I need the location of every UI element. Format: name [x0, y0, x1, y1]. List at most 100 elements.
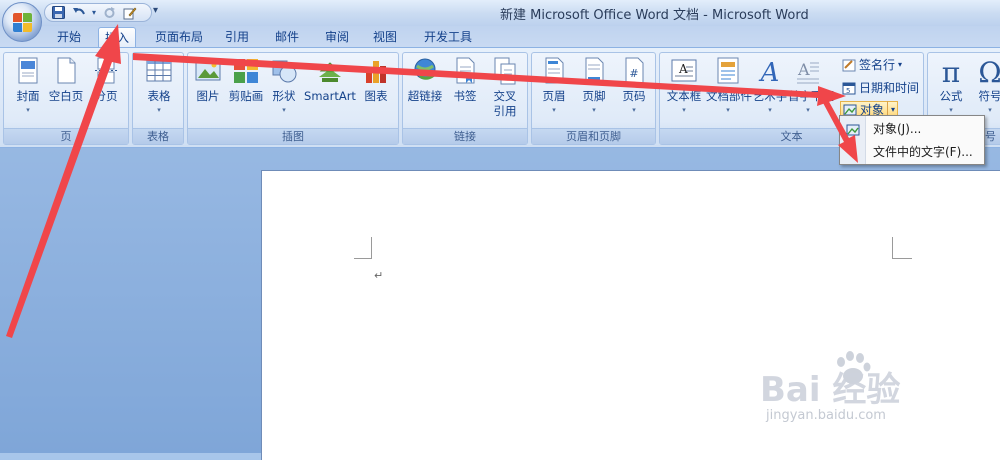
header-label: 页眉	[542, 89, 566, 103]
bookmark-label: 书签	[453, 89, 477, 103]
picture-button[interactable]: 图片	[188, 57, 228, 104]
group-header-footer-label: 页眉和页脚	[532, 128, 655, 144]
bookmark-icon	[452, 57, 478, 85]
text-box-label: 文本框	[666, 89, 702, 103]
tab-home[interactable]: 开始	[50, 27, 88, 48]
object-menu: 对象(J)... 文件中的文字(F)...	[839, 115, 985, 165]
page-break-button[interactable]: 分页	[86, 57, 126, 104]
page-number-button[interactable]: # 页码 ▾	[614, 57, 654, 114]
drop-cap-button[interactable]: A 首字下沉 ▾	[788, 57, 834, 114]
calendar-icon: 5	[842, 81, 856, 95]
text-box-button[interactable]: A 文本框 ▾	[662, 57, 706, 114]
group-tables-label: 表格	[133, 128, 183, 144]
redo-icon[interactable]	[102, 5, 117, 20]
tab-review[interactable]: 审阅	[318, 27, 356, 48]
group-pages-label: 页	[4, 128, 128, 144]
table-button[interactable]: 表格 ▾	[139, 57, 179, 114]
wordart-label: 艺术字	[752, 89, 788, 103]
cover-page-icon	[15, 57, 41, 85]
baidu-watermark: Bai 经验 jingyan.baidu.com	[760, 350, 995, 440]
title-bar: ▾ ▾ 新建 Microsoft Office Word 文档 - Micros…	[0, 0, 1000, 26]
header-button[interactable]: 页眉 ▾	[534, 57, 574, 114]
cross-reference-icon	[492, 57, 518, 85]
quick-access-toolbar: ▾	[44, 3, 152, 22]
undo-dropdown-icon[interactable]: ▾	[91, 5, 97, 20]
cross-reference-button[interactable]: 交叉 引用	[485, 57, 525, 119]
svg-text:π: π	[942, 57, 960, 85]
hyperlink-button[interactable]: 超链接	[405, 57, 445, 104]
header-icon	[541, 57, 567, 85]
group-pages: 封面 ▾ 空白页 分页 页	[3, 52, 129, 145]
cover-page-button[interactable]: 封面 ▾	[8, 57, 48, 114]
bookmark-button[interactable]: 书签	[445, 57, 485, 104]
clip-art-button[interactable]: 剪贴画	[226, 57, 266, 104]
page-number-icon: #	[621, 57, 647, 85]
tab-mailings[interactable]: 邮件	[268, 27, 306, 48]
footer-icon	[581, 57, 607, 85]
signature-line-button[interactable]: 签名行 ▾	[842, 56, 902, 74]
hyperlink-label: 超链接	[407, 89, 443, 103]
menu-item-text-from-file-label: 文件中的文字(F)...	[873, 145, 973, 159]
watermark-brand: Bai 经验	[760, 370, 901, 410]
drop-cap-label: 首字下沉	[788, 89, 834, 103]
blank-page-button[interactable]: 空白页	[46, 57, 86, 104]
date-time-button[interactable]: 5 日期和时间	[842, 79, 919, 97]
tab-developer[interactable]: 开发工具	[418, 27, 478, 48]
ribbon-tabs: 开始 插入 页面布局 引用 邮件 审阅 视图 开发工具	[0, 26, 1000, 48]
office-button[interactable]	[2, 2, 42, 42]
edit-icon[interactable]	[122, 5, 137, 20]
office-logo-icon	[13, 13, 33, 33]
picture-label: 图片	[196, 89, 220, 103]
group-links: 超链接 书签 交叉 引用 链接	[402, 52, 528, 145]
pi-icon: π	[938, 56, 964, 89]
group-header-footer: 页眉 ▾ 页脚 ▾ # 页码 ▾ 页眉和页脚	[531, 52, 656, 145]
svg-text:#: #	[629, 67, 638, 80]
menu-item-text-from-file[interactable]: 文件中的文字(F)...	[840, 141, 984, 163]
menu-item-object-label: 对象(J)...	[873, 122, 922, 136]
chart-label: 图表	[364, 89, 388, 103]
undo-icon[interactable]	[71, 5, 86, 20]
svg-text:Ω: Ω	[978, 57, 1000, 85]
save-icon[interactable]	[51, 5, 66, 20]
wordart-button[interactable]: A 艺术字 ▾	[750, 57, 790, 114]
hyperlink-icon	[412, 57, 438, 85]
smartart-icon	[317, 57, 343, 85]
window-title-text: 新建 Microsoft Office Word 文档 - Microsoft …	[500, 8, 809, 23]
svg-text:A: A	[797, 60, 810, 79]
shapes-label: 形状	[272, 89, 296, 103]
watermark-url: jingyan.baidu.com	[766, 408, 886, 423]
shapes-icon	[271, 57, 297, 85]
menu-item-object[interactable]: 对象(J)...	[840, 118, 984, 140]
signature-line-label: 签名行	[859, 58, 896, 72]
quick-parts-button[interactable]: 文档部件 ▾	[706, 57, 752, 114]
equation-button[interactable]: π 公式 ▾	[931, 56, 971, 114]
group-illustrations-label: 插图	[188, 128, 398, 144]
paragraph-mark: ↵	[374, 269, 384, 282]
svg-text:A: A	[678, 62, 688, 76]
equation-label: 公式	[939, 89, 963, 103]
smartart-button[interactable]: SmartArt	[302, 57, 358, 104]
clip-art-label: 剪贴画	[228, 89, 264, 103]
tab-view[interactable]: 视图	[366, 27, 404, 48]
picture-icon	[195, 57, 221, 85]
table-label: 表格	[147, 89, 171, 103]
symbol-label: 符号	[978, 89, 1000, 103]
omega-icon: Ω	[977, 56, 1000, 89]
cross-reference-label: 交叉	[493, 89, 517, 103]
blank-page-icon	[53, 57, 79, 85]
shapes-button[interactable]: 形状 ▾	[264, 57, 304, 114]
page-break-icon	[93, 57, 119, 85]
symbol-button[interactable]: Ω 符号 ▾	[970, 56, 1000, 114]
customize-toolbar-icon[interactable]: ▾	[153, 5, 158, 16]
quick-parts-label: 文档部件	[706, 89, 752, 103]
page-number-label: 页码	[622, 89, 646, 103]
blank-page-label: 空白页	[48, 89, 84, 103]
margin-corner-top-right	[892, 237, 912, 259]
cover-page-label: 封面	[16, 89, 40, 103]
tab-references[interactable]: 引用	[218, 27, 256, 48]
footer-button[interactable]: 页脚 ▾	[574, 57, 614, 114]
tab-page-layout[interactable]: 页面布局	[150, 27, 208, 48]
chart-button[interactable]: 图表	[356, 57, 396, 104]
group-links-label: 链接	[403, 128, 527, 144]
tab-insert[interactable]: 插入	[98, 27, 136, 48]
